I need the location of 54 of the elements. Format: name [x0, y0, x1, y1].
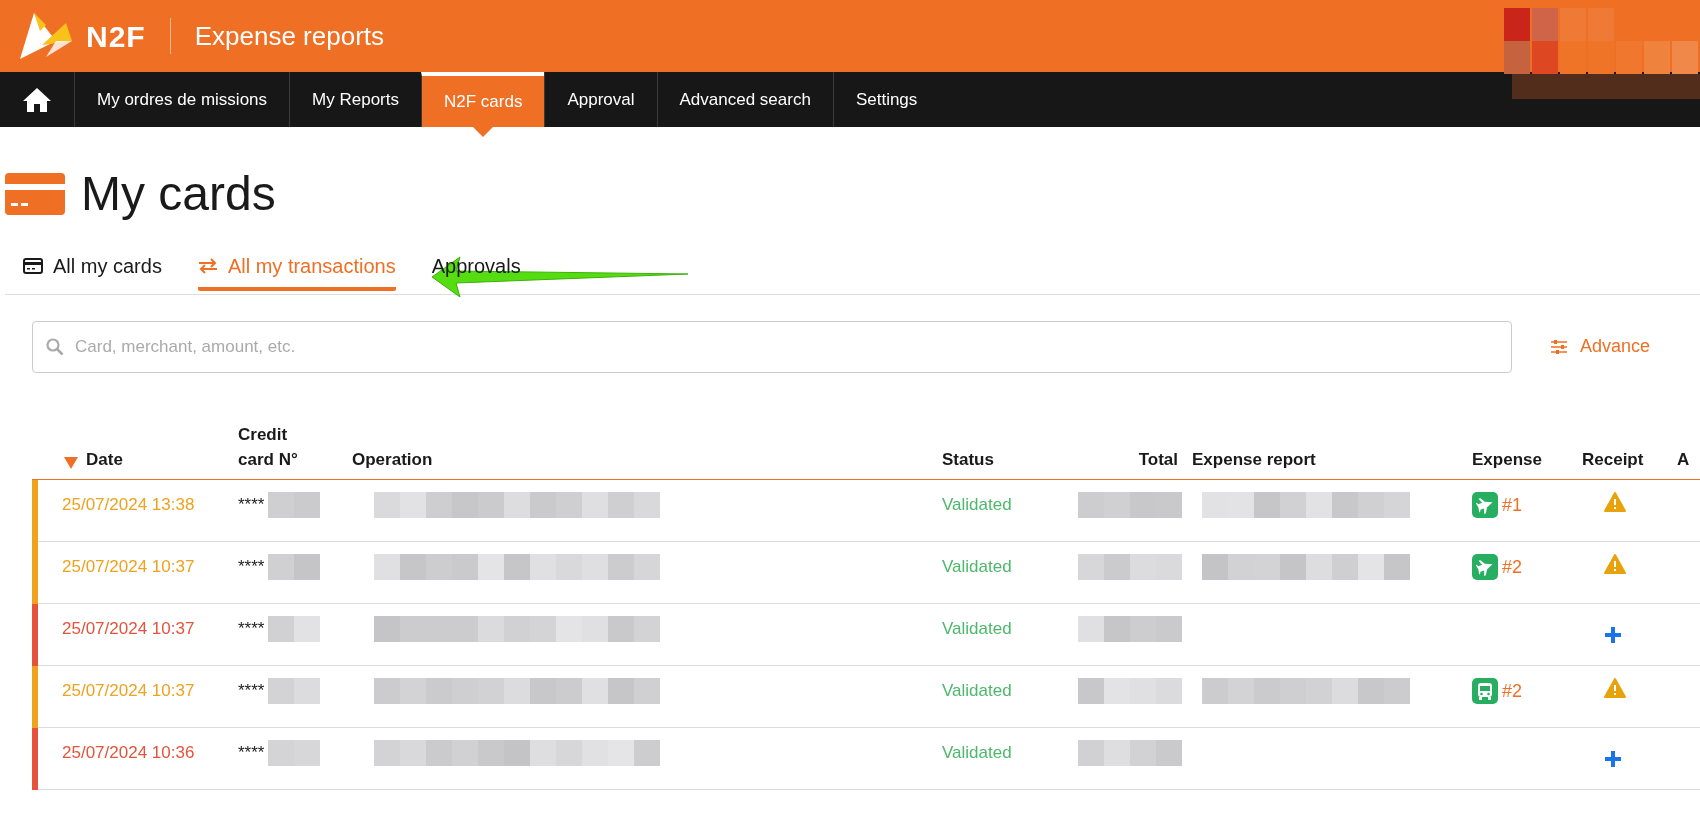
- add-icon[interactable]: [1604, 625, 1622, 644]
- logo-text: N2F: [86, 18, 146, 55]
- nav-tab[interactable]: Settings: [832, 72, 940, 127]
- column-header[interactable]: Operation: [352, 447, 433, 473]
- status-text: Validated: [942, 556, 1012, 576]
- date-cell: 25/07/2024 10:37: [62, 618, 195, 638]
- card-number: ****: [238, 679, 265, 702]
- pointer-icon: [473, 127, 494, 137]
- nav-tab[interactable]: My ordres de missions: [74, 72, 290, 127]
- status-text: Validated: [942, 680, 1012, 700]
- add-icon[interactable]: [1604, 749, 1622, 768]
- redacted-block: [268, 677, 321, 704]
- card-number: ****: [238, 741, 265, 764]
- airplane-icon: [1476, 558, 1494, 577]
- airplane-icon: [1476, 496, 1494, 515]
- sort-icon[interactable]: [64, 456, 78, 469]
- card-number: ****: [238, 493, 265, 516]
- date-cell: 25/07/2024 10:37: [62, 556, 195, 576]
- redacted-block: [268, 553, 321, 580]
- nav-tab[interactable]: My Reports: [289, 72, 421, 127]
- date-cell: 25/07/2024 13:38: [62, 494, 195, 514]
- column-header[interactable]: Expense report: [1192, 447, 1316, 473]
- home-icon: [22, 86, 52, 113]
- warning-icon[interactable]: [1604, 553, 1626, 574]
- card-number: ****: [238, 555, 265, 578]
- warning-icon[interactable]: [1604, 491, 1626, 512]
- nav-tab[interactable]: Advanced search: [656, 72, 833, 127]
- nav-tab[interactable]: Approval: [544, 72, 657, 127]
- column-header[interactable]: Status: [942, 447, 994, 473]
- status-text: Validated: [942, 494, 1012, 514]
- card-icon: [23, 257, 43, 274]
- date-cell: 25/07/2024 10:37: [62, 680, 195, 700]
- status-text: Validated: [942, 618, 1012, 638]
- sliders-icon: [1550, 338, 1568, 355]
- warning-icon[interactable]: [1604, 677, 1626, 698]
- column-header[interactable]: Date: [86, 447, 123, 473]
- status-text: Validated: [942, 742, 1012, 762]
- column-header[interactable]: Expense: [1472, 447, 1542, 473]
- redacted-block: [268, 615, 321, 642]
- bus-icon: [1477, 682, 1493, 701]
- credit-card-icon: [5, 172, 65, 215]
- column-header[interactable]: Total: [1138, 447, 1178, 473]
- column-header[interactable]: A: [1677, 447, 1690, 473]
- tab[interactable]: All my cards: [23, 244, 162, 291]
- app-title: Expense reports: [194, 19, 384, 53]
- redacted-block: [268, 491, 321, 518]
- redacted-block: [268, 739, 321, 766]
- date-cell: 25/07/2024 10:36: [62, 742, 195, 762]
- search-field[interactable]: Card, merchant, amount, etc.: [32, 320, 1512, 373]
- column-header[interactable]: Credit card N°: [238, 421, 308, 473]
- card-number: ****: [238, 617, 265, 640]
- column-header[interactable]: Receipt: [1582, 447, 1644, 473]
- page-title: My cards: [81, 166, 276, 222]
- transfer-icon: [197, 257, 218, 274]
